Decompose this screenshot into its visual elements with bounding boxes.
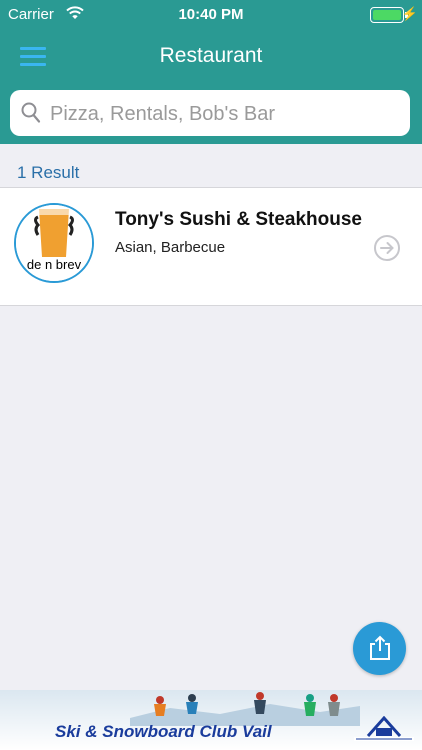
restaurant-name: Tony's Sushi & Steakhouse — [115, 209, 362, 230]
charging-bolt-icon: ⚡ — [401, 6, 418, 21]
search-input[interactable] — [48, 98, 402, 130]
results-count: 1 Result — [17, 163, 80, 182]
results-section-header: 1 Result — [0, 144, 422, 188]
battery-icon — [370, 7, 404, 23]
club-logo-icon — [354, 716, 414, 741]
restaurant-category: Asian, Barbecue — [115, 239, 226, 256]
search-icon — [21, 102, 41, 129]
status-bar: Carrier 10:40 PM ⚡ — [0, 0, 422, 32]
arrow-right-circle-icon[interactable] — [373, 234, 401, 267]
status-time: 10:40 PM — [178, 6, 244, 23]
navigation-bar: Restaurant — [0, 32, 422, 82]
list-item[interactable]: de n brev Tony's Sushi & Steakhouse Asia… — [0, 188, 422, 306]
share-button[interactable] — [353, 622, 406, 675]
logo-text: de n brev — [26, 257, 82, 272]
page-title: Restaurant — [159, 44, 263, 67]
restaurant-logo: de n brev — [14, 203, 94, 283]
skiers-image — [130, 692, 360, 726]
share-icon — [370, 635, 390, 660]
banner-text: Ski & Snowboard Club Vail — [55, 722, 272, 741]
search-bar-container — [0, 82, 422, 144]
search-box[interactable] — [10, 90, 410, 136]
ad-banner[interactable]: Ski & Snowboard Club Vail — [0, 690, 422, 750]
